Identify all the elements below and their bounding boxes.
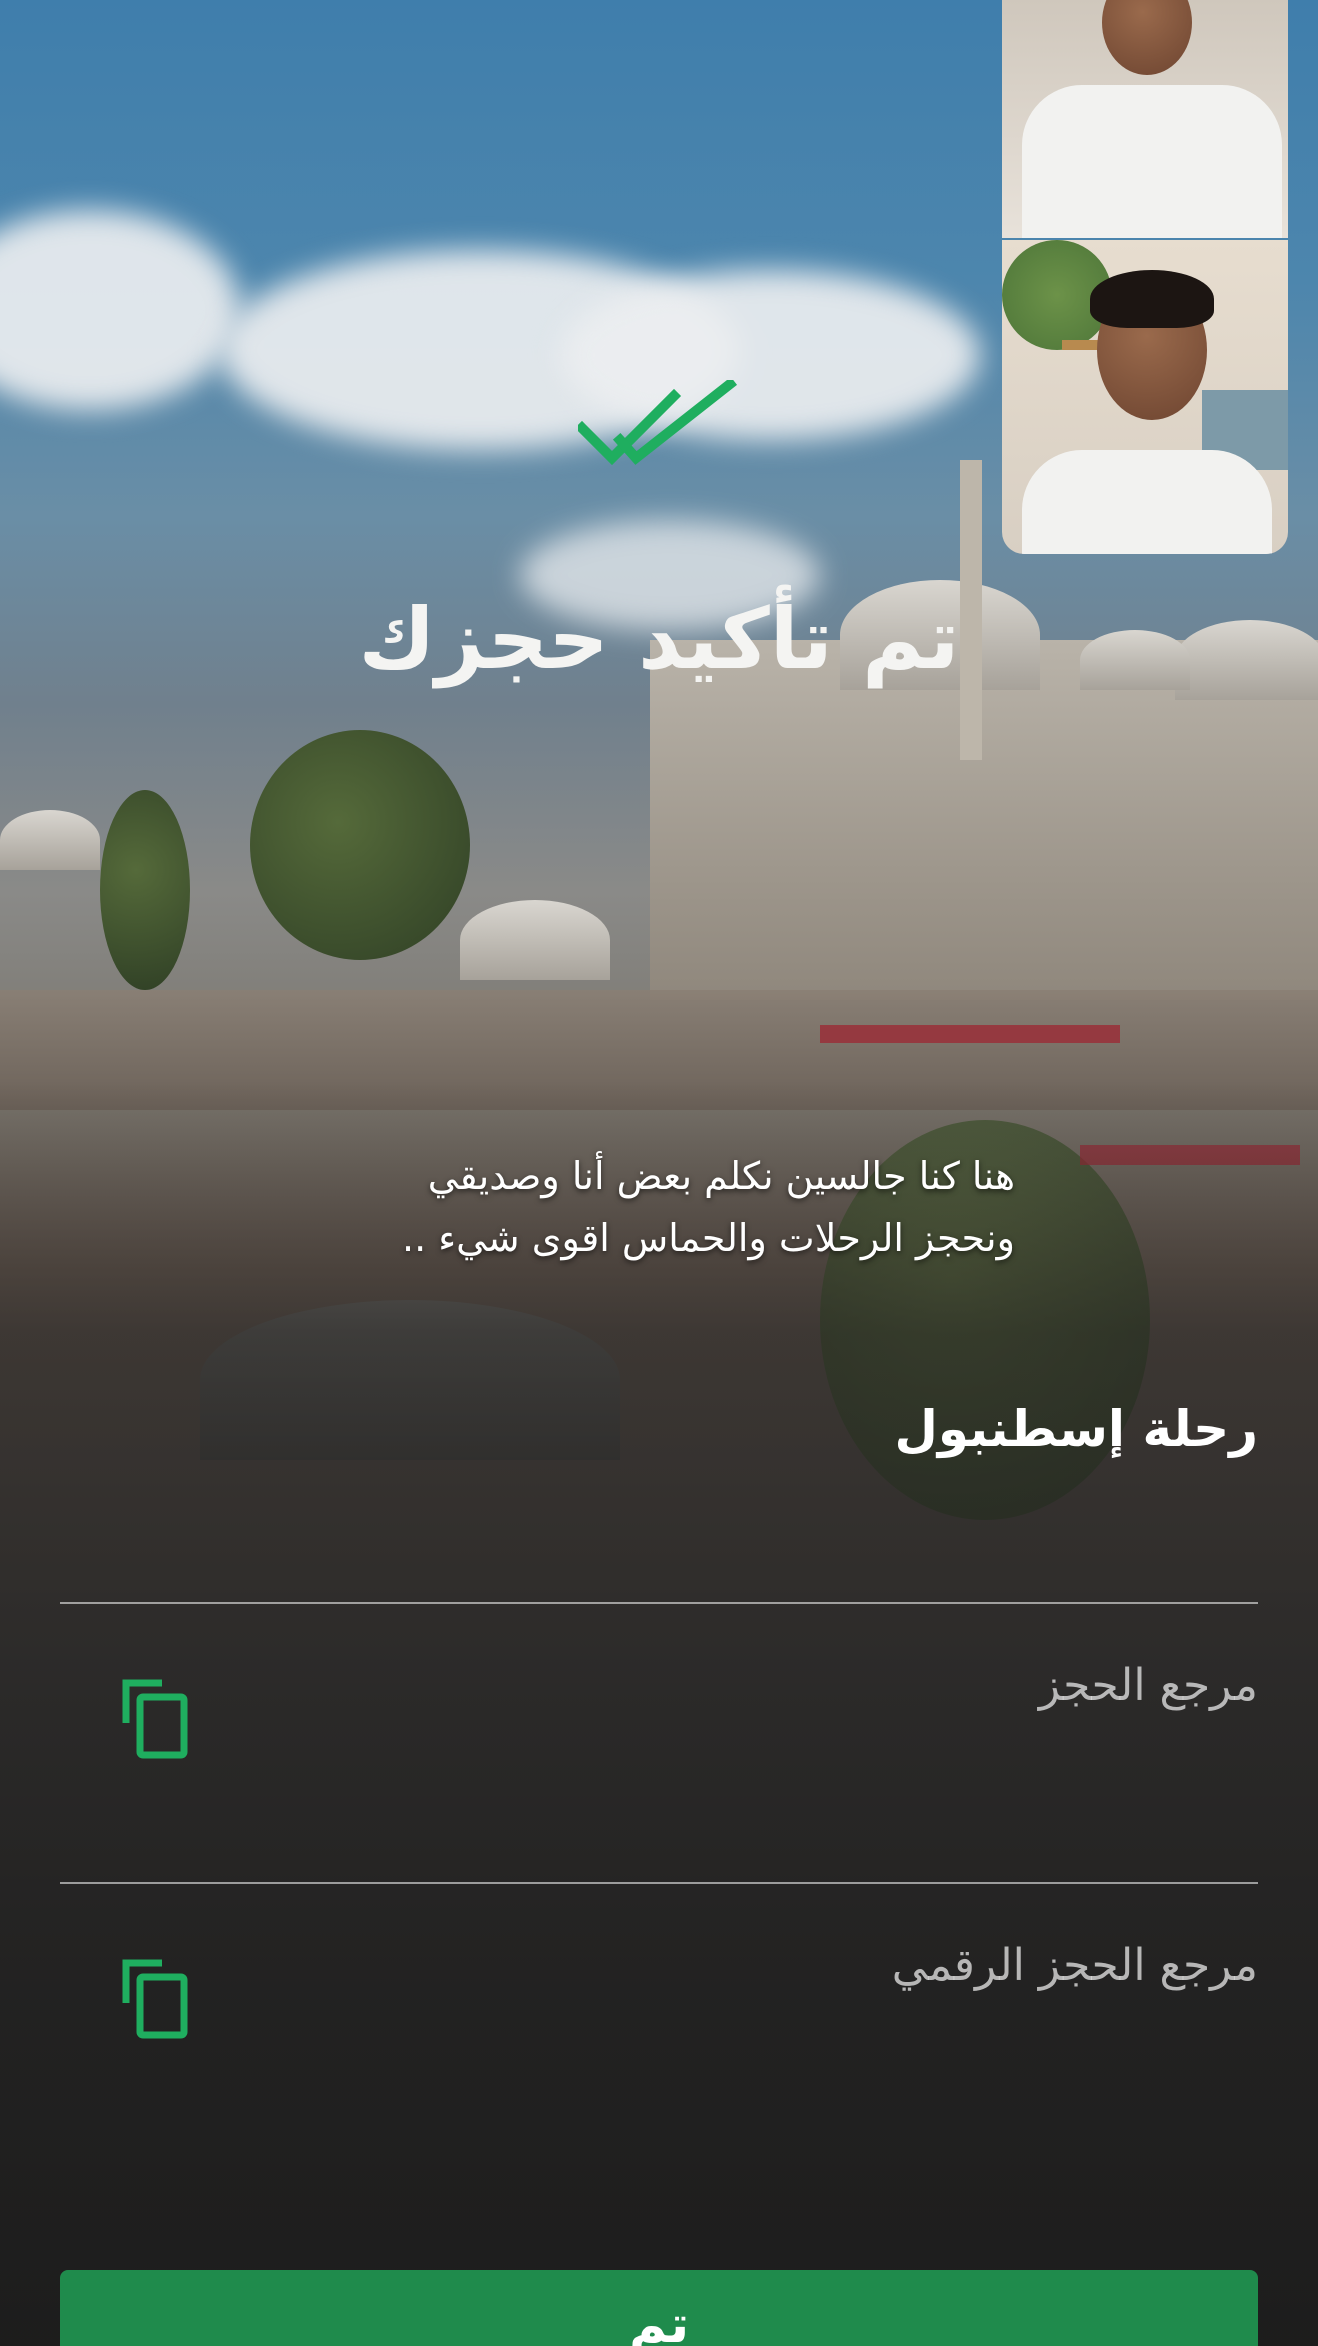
double-check-icon <box>578 380 738 466</box>
divider <box>60 1602 1258 1604</box>
trip-name: رحلة إسطنبول <box>894 1400 1258 1458</box>
booking-reference-label: مرجع الحجز <box>1038 1660 1258 1711</box>
confirmation-title: تم تأكيد حجزك <box>358 590 960 688</box>
video-call-tile-1[interactable] <box>1002 0 1288 238</box>
video-call-tile-2[interactable] <box>1002 240 1288 554</box>
background-shade <box>0 1080 1318 2346</box>
caption-overlay: هنا كنا جالسين نكلم بعض أنا وصديقي ونحجز… <box>300 1145 1015 1269</box>
booking-confirmation-screen: تم تأكيد حجزك هنا كنا جالسين نكلم بعض أن… <box>0 0 1318 2346</box>
done-button[interactable]: تم <box>60 2270 1258 2346</box>
copy-icon[interactable] <box>118 1675 190 1761</box>
caption-line-1: هنا كنا جالسين نكلم بعض أنا وصديقي <box>427 1154 1015 1198</box>
digital-booking-reference-label: مرجع الحجز الرقمي <box>891 1940 1258 1991</box>
caption-line-2: ونحجز الرحلات والحماس اقوى شيء .. <box>402 1216 1015 1260</box>
divider <box>60 1882 1258 1884</box>
copy-icon[interactable] <box>118 1955 190 2041</box>
